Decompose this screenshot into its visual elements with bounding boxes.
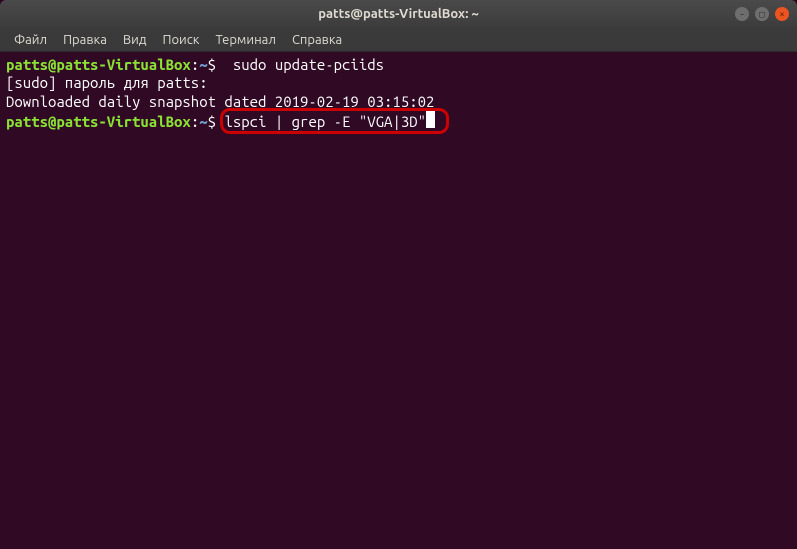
command-line-1: sudo update-pciids (216, 56, 384, 73)
prompt-dollar-2: $ (208, 113, 216, 130)
terminal-window: patts@patts-VirtualBox: ~ − □ × Файл Пра… (0, 0, 797, 549)
command-space (216, 113, 224, 130)
output-line-3: Downloaded daily snapshot dated 2019-02-… (6, 93, 434, 110)
prompt-path-2: ~ (199, 113, 207, 130)
menu-help[interactable]: Справка (284, 31, 350, 49)
prompt-path: ~ (199, 56, 207, 73)
terminal-line-1: patts@patts-VirtualBox:~$ sudo update-pc… (6, 56, 791, 74)
prompt-user-host-2: patts@patts-VirtualBox (6, 113, 191, 130)
minimize-icon: − (739, 9, 744, 19)
terminal-line-4: patts@patts-VirtualBox:~$ lspci | grep -… (6, 111, 791, 131)
window-controls: − □ × (735, 7, 789, 21)
terminal-body[interactable]: patts@patts-VirtualBox:~$ sudo update-pc… (0, 52, 797, 549)
maximize-button[interactable]: □ (755, 7, 769, 21)
terminal-line-3: Downloaded daily snapshot dated 2019-02-… (6, 93, 791, 111)
menu-search[interactable]: Поиск (154, 31, 207, 49)
terminal-line-2: [sudo] пароль для patts: (6, 74, 791, 92)
close-icon: × (779, 9, 784, 19)
window-titlebar: patts@patts-VirtualBox: ~ − □ × (0, 0, 797, 28)
command-line-4: lspci | grep -E "VGA|3D" (224, 113, 426, 130)
prompt-sep-2: : (191, 113, 199, 130)
output-line-2: [sudo] пароль для patts: (6, 74, 216, 91)
menu-bar: Файл Правка Вид Поиск Терминал Справка (0, 28, 797, 52)
menu-file[interactable]: Файл (6, 31, 55, 49)
menu-edit[interactable]: Правка (55, 31, 115, 49)
close-button[interactable]: × (775, 7, 789, 21)
prompt-user-host: patts@patts-VirtualBox (6, 56, 191, 73)
menu-terminal[interactable]: Терминал (207, 31, 283, 49)
minimize-button[interactable]: − (735, 7, 749, 21)
cursor-icon (426, 111, 435, 128)
menu-view[interactable]: Вид (115, 31, 155, 49)
prompt-sep: : (191, 56, 199, 73)
maximize-icon: □ (759, 9, 764, 20)
highlighted-command-wrap: lspci | grep -E "VGA|3D" (224, 111, 435, 131)
prompt-dollar: $ (208, 56, 216, 73)
window-title: patts@patts-VirtualBox: ~ (318, 7, 479, 21)
